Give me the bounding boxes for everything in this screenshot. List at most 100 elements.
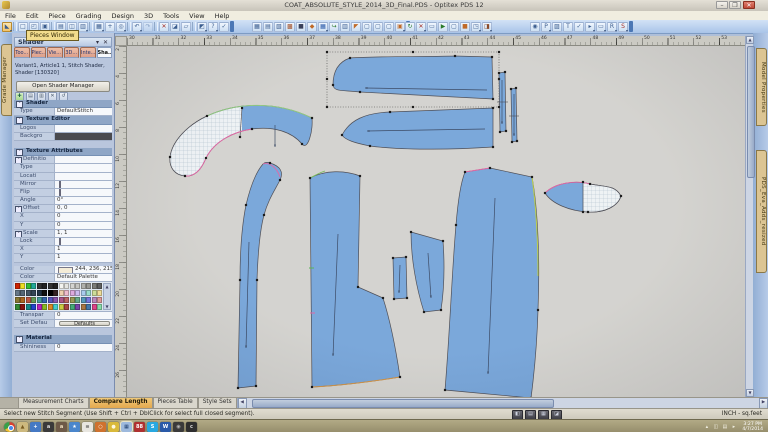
taskbar-photos[interactable]: ▲ xyxy=(17,422,28,432)
palette-swatch-43[interactable] xyxy=(75,297,80,304)
connect-icon[interactable]: ◉ xyxy=(530,22,540,32)
prop-value[interactable] xyxy=(55,181,112,188)
palette-swatch-34[interactable] xyxy=(26,297,31,304)
dropdown-arrow-icon[interactable]: ▾ xyxy=(549,29,551,32)
palette-swatch-45[interactable] xyxy=(86,297,91,304)
clipboard-icon[interactable]: ▱ xyxy=(181,22,191,32)
texture-grid-icon[interactable]: ▩ xyxy=(285,22,295,32)
palette-swatch-14[interactable] xyxy=(92,283,97,290)
prop-value[interactable] xyxy=(55,173,112,180)
dropdown-arrow-icon[interactable]: ▾ xyxy=(140,29,142,32)
piece-center-panel[interactable] xyxy=(309,171,400,387)
palette-swatch-56[interactable] xyxy=(59,304,64,311)
prop-value[interactable] xyxy=(55,133,112,140)
pointer-mode-icon[interactable]: ◩▾ xyxy=(197,22,207,32)
dropdown-arrow-icon[interactable]: ▾ xyxy=(490,29,492,32)
delete-red-icon[interactable]: ✕▾ xyxy=(416,22,426,32)
brush-icon[interactable]: ◨▾ xyxy=(482,22,492,32)
grade-table-icon[interactable]: ▧ xyxy=(274,22,284,32)
collapse-icon[interactable]: - xyxy=(16,117,23,124)
palette-swatch-38[interactable] xyxy=(48,297,53,304)
panel-tab-too[interactable]: Too... xyxy=(14,47,30,58)
maximize-button[interactable]: ❐ xyxy=(729,1,741,9)
palette-swatch-42[interactable] xyxy=(70,297,75,304)
prop-value[interactable]: Default Palette xyxy=(55,274,112,281)
piece-list-icon[interactable]: ▤ xyxy=(263,22,273,32)
palette-swatch-23[interactable] xyxy=(53,290,58,297)
prop-value[interactable]: 0 xyxy=(55,213,112,220)
avatar-icon[interactable]: ◆ xyxy=(307,22,317,32)
pencil-icon[interactable]: ✓ xyxy=(574,22,584,32)
palette-scroll-up-icon[interactable]: ▲ xyxy=(104,284,110,289)
collapse-icon[interactable]: - xyxy=(16,336,23,343)
prop-value[interactable]: 0° xyxy=(55,197,112,204)
expand-icon[interactable]: - xyxy=(15,231,22,237)
prop-value[interactable] xyxy=(55,156,112,163)
checkbox-unchecked-icon[interactable] xyxy=(59,181,61,188)
page-2-icon[interactable]: ▢ xyxy=(373,22,383,32)
dropdown-arrow-icon[interactable]: ▾ xyxy=(326,29,328,32)
dropdown-arrow-icon[interactable]: ▾ xyxy=(124,29,126,32)
palette-swatch-7[interactable] xyxy=(53,283,58,290)
palette-swatch-44[interactable] xyxy=(81,297,86,304)
palette-swatch-3[interactable] xyxy=(31,283,36,290)
table-tool-icon[interactable]: ▥ xyxy=(340,22,350,32)
palette-swatch-37[interactable] xyxy=(42,297,47,304)
menu-grading[interactable]: Grading xyxy=(71,12,107,20)
vtab-pds-eva-adds[interactable]: PDS_Eva_Adds_resized xyxy=(756,150,767,273)
palette-swatch-52[interactable] xyxy=(37,304,42,311)
piece-sleeve-under[interactable] xyxy=(342,108,493,149)
taskbar-vpn[interactable]: 88 xyxy=(134,422,145,432)
piece-collar-small[interactable] xyxy=(545,182,621,212)
vtab-model-properties[interactable]: Model Properties xyxy=(756,48,767,126)
report-icon[interactable]: ▣▾ xyxy=(395,22,405,32)
menu-piece[interactable]: Piece xyxy=(43,12,70,20)
palette-swatch-58[interactable] xyxy=(70,304,75,311)
prop-value[interactable] xyxy=(55,125,112,132)
taskbar-word[interactable]: W xyxy=(160,422,171,432)
dropdown-arrow-icon[interactable]: ▾ xyxy=(102,29,104,32)
dropdown-arrow-icon[interactable]: ▾ xyxy=(205,29,207,32)
dropdown-arrow-icon[interactable]: ▾ xyxy=(615,29,617,32)
panel-close-icon[interactable]: ✕ xyxy=(103,38,108,47)
palette-swatch-18[interactable] xyxy=(26,290,31,297)
piece-side-panel-small[interactable] xyxy=(411,232,444,312)
dropdown-arrow-icon[interactable]: ▾ xyxy=(593,29,595,32)
palette-swatch-47[interactable] xyxy=(97,297,102,304)
dropdown-arrow-icon[interactable]: ▾ xyxy=(424,29,426,32)
palette-swatch-25[interactable] xyxy=(64,290,69,297)
taskbar-browser-ring[interactable]: ○ xyxy=(95,422,106,432)
palette-swatch-27[interactable] xyxy=(75,290,80,297)
palette-swatch-10[interactable] xyxy=(70,283,75,290)
image2-icon[interactable]: ▨ xyxy=(552,22,562,32)
undo-icon[interactable]: ↶▾ xyxy=(132,22,142,32)
palette-swatch-35[interactable] xyxy=(31,297,36,304)
help-icon[interactable]: ?▾ xyxy=(208,22,218,32)
taskbar-skype[interactable]: S xyxy=(147,422,158,432)
vertical-scrollbar[interactable]: ▲ ▼ xyxy=(745,36,753,397)
menu-file[interactable]: File xyxy=(0,12,21,20)
stop-icon[interactable]: ■ xyxy=(460,22,470,32)
horizontal-scroll-thumb[interactable] xyxy=(252,399,554,408)
palette-scrollbar[interactable]: ▲▼ xyxy=(103,283,111,310)
dark-view-icon[interactable]: ■ xyxy=(296,22,306,32)
palette-swatch-61[interactable] xyxy=(86,304,91,311)
palette-swatch-4[interactable] xyxy=(37,283,42,290)
vtab-grade-manager[interactable]: Grade Manager xyxy=(1,44,12,116)
panel-tab-inte[interactable]: Inte... xyxy=(80,47,96,58)
scroll-down-icon[interactable]: ▼ xyxy=(746,389,754,397)
collapse-icon[interactable]: - xyxy=(16,101,23,108)
panel-pin-icon[interactable]: ▾ xyxy=(96,38,99,47)
letter-r-icon[interactable]: R▾ xyxy=(607,22,617,32)
palette-swatch-32[interactable] xyxy=(15,297,20,304)
panel-tab-sha[interactable]: Sha... xyxy=(97,47,113,58)
display-options-icon[interactable]: ▥▾ xyxy=(78,22,88,32)
paint-icon[interactable]: S▾ xyxy=(618,22,628,32)
pan-icon[interactable]: + xyxy=(105,22,115,32)
delete-piece-icon[interactable]: ◪ xyxy=(170,22,180,32)
palette-swatch-20[interactable] xyxy=(37,290,42,297)
menu-view[interactable]: View xyxy=(184,12,209,20)
tray-show-hidden-icon[interactable]: ▴ xyxy=(703,424,710,430)
defaults-button[interactable]: Defaults xyxy=(59,321,110,326)
palette-swatch-11[interactable] xyxy=(75,283,80,290)
